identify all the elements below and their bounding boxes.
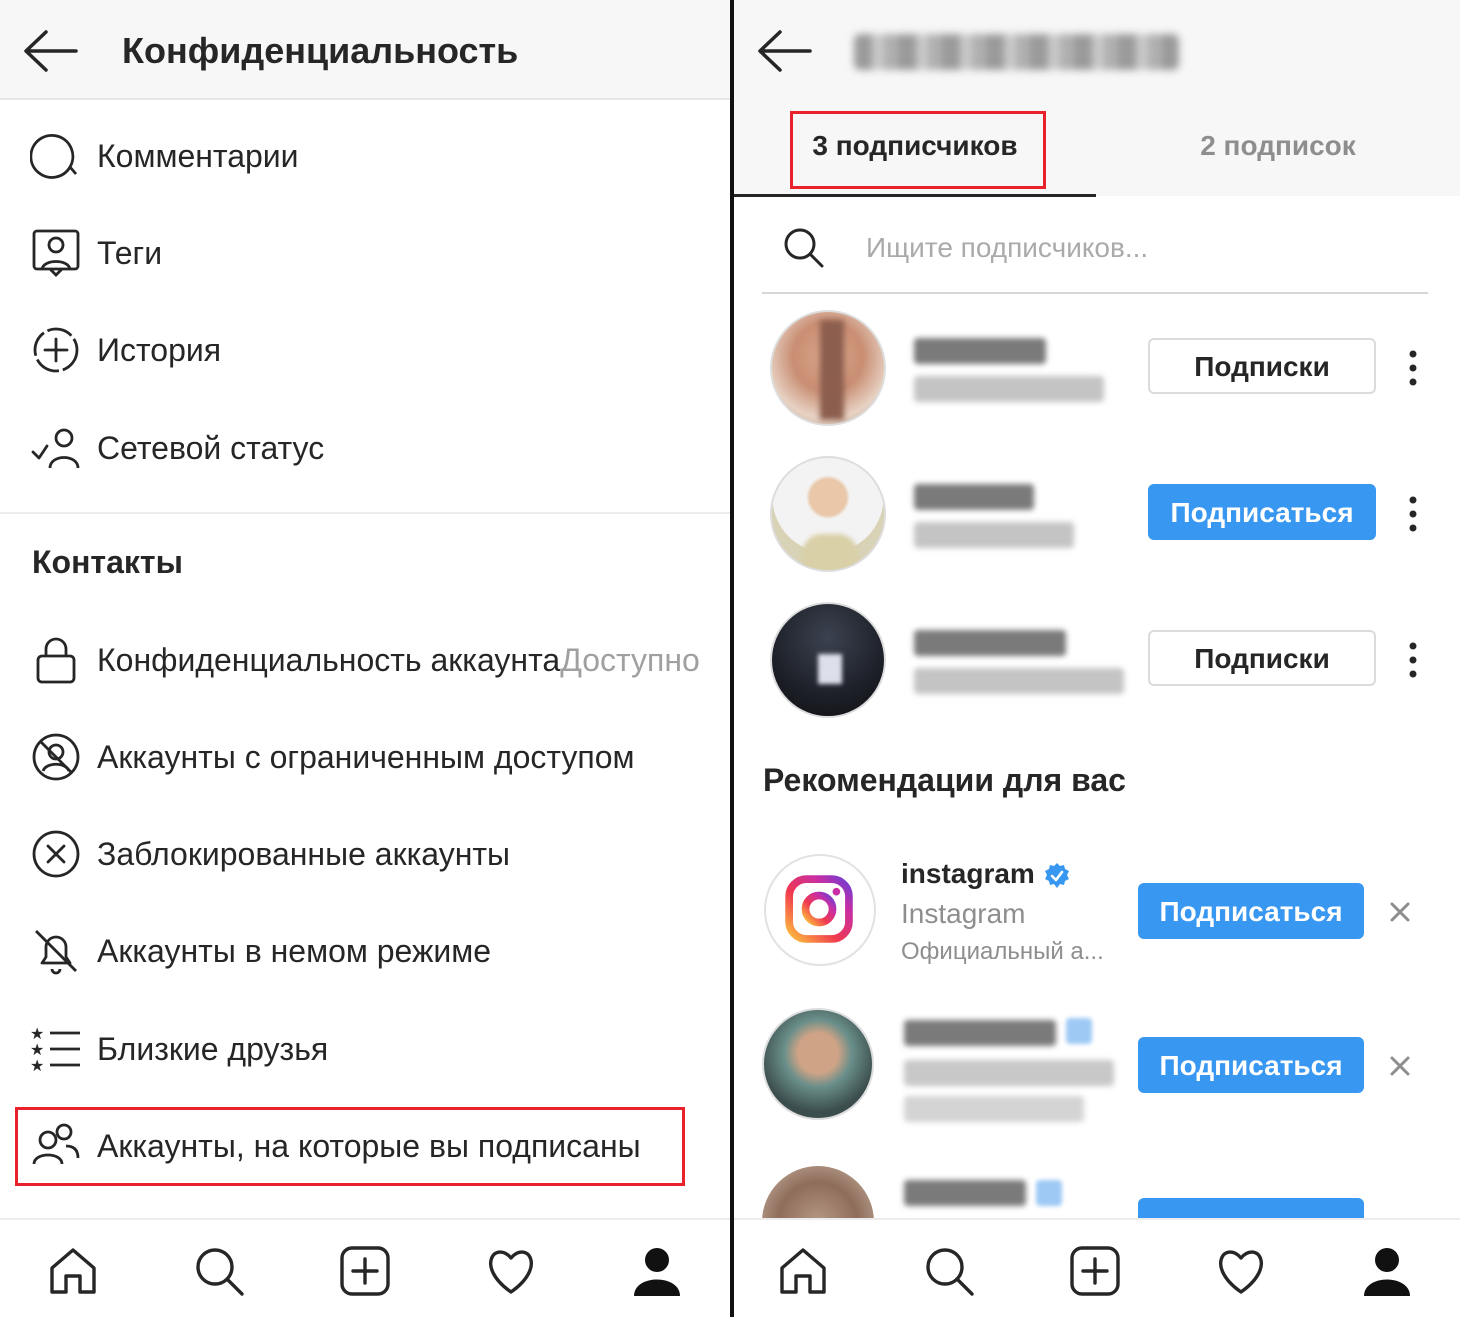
restricted-icon xyxy=(30,731,82,783)
menu-item-comments[interactable]: Комментарии xyxy=(0,126,730,186)
comment-icon xyxy=(29,130,82,182)
more-options-icon[interactable] xyxy=(1398,640,1428,680)
muted-bell-icon xyxy=(30,925,82,977)
tab-following[interactable]: 2 подписок xyxy=(1153,130,1403,162)
menu-item-activity-status[interactable]: Сетевой статус xyxy=(0,418,730,478)
bottom-nav-bar xyxy=(734,1218,1460,1317)
home-icon[interactable] xyxy=(46,1244,100,1298)
search-followers-input[interactable] xyxy=(866,228,1406,268)
suggestion-row: instagram Instagram Официальный а... Под… xyxy=(734,854,1460,974)
heart-icon[interactable] xyxy=(484,1244,538,1298)
highlight-box xyxy=(15,1107,685,1186)
blurred-fullname xyxy=(914,522,1074,548)
activity-status-icon xyxy=(30,422,82,474)
section-title-contacts: Контакты xyxy=(32,544,183,580)
privacy-screen: Конфиденциальность Комментарии Теги Исто… xyxy=(0,0,730,1317)
follower-row: Подписки xyxy=(734,310,1460,430)
avatar[interactable] xyxy=(762,1008,874,1120)
menu-item-label: Аккаунты с ограниченным доступом xyxy=(97,739,635,775)
menu-item-muted-accounts[interactable]: Аккаунты в немом режиме xyxy=(0,921,730,981)
more-options-icon[interactable] xyxy=(1398,348,1428,388)
suggestion-row xyxy=(734,1166,1460,1218)
blurred-fullname xyxy=(914,376,1104,402)
menu-item-label: Близкие друзья xyxy=(97,1031,329,1067)
page-title: Конфиденциальность xyxy=(122,30,519,71)
avatar[interactable] xyxy=(770,456,886,572)
blurred-username xyxy=(904,1020,1056,1046)
tag-person-icon xyxy=(30,227,82,279)
verified-badge-icon xyxy=(1043,862,1071,890)
account-privacy-status: Доступно xyxy=(560,642,700,678)
heart-icon[interactable] xyxy=(1214,1244,1268,1298)
blurred-username xyxy=(914,630,1066,656)
blurred-username xyxy=(854,34,1179,70)
suggestion-description: Официальный а... xyxy=(901,938,1104,965)
lock-icon xyxy=(30,634,82,686)
more-options-icon[interactable] xyxy=(1398,494,1428,534)
story-add-icon xyxy=(30,324,82,376)
avatar[interactable] xyxy=(770,602,886,718)
blurred-fullname xyxy=(914,668,1124,694)
privacy-header: Конфиденциальность xyxy=(0,0,730,100)
menu-item-label: Комментарии xyxy=(97,138,299,174)
menu-item-label-wrapper: Конфиденциальность аккаунтаДоступно xyxy=(97,642,700,679)
menu-item-label: Конфиденциальность аккаунта xyxy=(97,642,561,678)
svg-text:★: ★ xyxy=(30,1056,44,1075)
menu-item-story[interactable]: История xyxy=(0,320,730,380)
menu-item-label: История xyxy=(97,332,222,368)
search-icon[interactable] xyxy=(192,1244,246,1298)
blurred-username xyxy=(914,338,1046,364)
avatar[interactable] xyxy=(770,310,886,426)
dismiss-suggestion-icon[interactable] xyxy=(1382,894,1418,930)
search-underline xyxy=(762,292,1428,294)
profile-icon[interactable] xyxy=(630,1244,684,1298)
instagram-logo-icon[interactable] xyxy=(764,854,876,966)
blocked-icon xyxy=(30,828,82,880)
follow-button[interactable]: Подписаться xyxy=(1138,1037,1364,1093)
profile-icon[interactable] xyxy=(1360,1244,1414,1298)
avatar[interactable] xyxy=(762,1166,874,1218)
blurred-description xyxy=(904,1096,1084,1122)
home-icon[interactable] xyxy=(776,1244,830,1298)
follower-row: Подписаться xyxy=(734,456,1460,576)
menu-item-label: Сетевой статус xyxy=(97,430,325,466)
follower-row: Подписки xyxy=(734,602,1460,722)
suggestion-row: Подписаться xyxy=(734,1008,1460,1128)
bottom-nav-bar xyxy=(0,1218,730,1317)
highlight-box xyxy=(790,111,1046,189)
back-arrow-icon[interactable] xyxy=(20,26,80,76)
menu-item-blocked-accounts[interactable]: Заблокированные аккаунты xyxy=(0,824,730,884)
followers-screen: 3 подписчиков 2 подписок Подписки Подпис… xyxy=(734,0,1460,1317)
following-button[interactable]: Подписки xyxy=(1148,630,1376,686)
close-friends-icon: ★ ★ ★ xyxy=(30,1023,82,1075)
menu-item-label: Теги xyxy=(97,235,163,271)
verified-badge-icon xyxy=(1066,1018,1092,1044)
add-post-icon[interactable] xyxy=(1068,1244,1122,1298)
menu-item-account-privacy[interactable]: Конфиденциальность аккаунтаДоступно xyxy=(0,630,730,690)
verified-badge-icon xyxy=(1036,1180,1062,1206)
add-post-icon[interactable] xyxy=(338,1244,392,1298)
blurred-username xyxy=(904,1180,1026,1206)
suggestion-username[interactable]: instagram xyxy=(901,858,1071,890)
blurred-fullname xyxy=(904,1060,1114,1086)
follow-button[interactable] xyxy=(1138,1198,1364,1218)
following-button[interactable]: Подписки xyxy=(1148,338,1376,394)
back-arrow-icon[interactable] xyxy=(754,26,814,76)
menu-item-label: Заблокированные аккаунты xyxy=(97,836,511,872)
dismiss-suggestion-icon[interactable] xyxy=(1382,1048,1418,1084)
search-icon[interactable] xyxy=(922,1244,976,1298)
suggestions-title: Рекомендации для вас xyxy=(763,762,1126,798)
section-divider xyxy=(0,512,730,514)
blurred-username xyxy=(914,484,1034,510)
active-tab-indicator xyxy=(734,194,1096,197)
menu-item-restricted-accounts[interactable]: Аккаунты с ограниченным доступом xyxy=(0,727,730,787)
follow-button[interactable]: Подписаться xyxy=(1148,484,1376,540)
suggestion-fullname: Instagram xyxy=(901,898,1026,929)
menu-item-close-friends[interactable]: ★ ★ ★ Близкие друзья xyxy=(0,1019,730,1079)
follow-button[interactable]: Подписаться xyxy=(1138,883,1364,939)
search-icon xyxy=(782,226,826,270)
menu-item-label: Аккаунты в немом режиме xyxy=(97,933,492,969)
username-text: instagram xyxy=(901,858,1035,889)
menu-item-tags[interactable]: Теги xyxy=(0,223,730,283)
